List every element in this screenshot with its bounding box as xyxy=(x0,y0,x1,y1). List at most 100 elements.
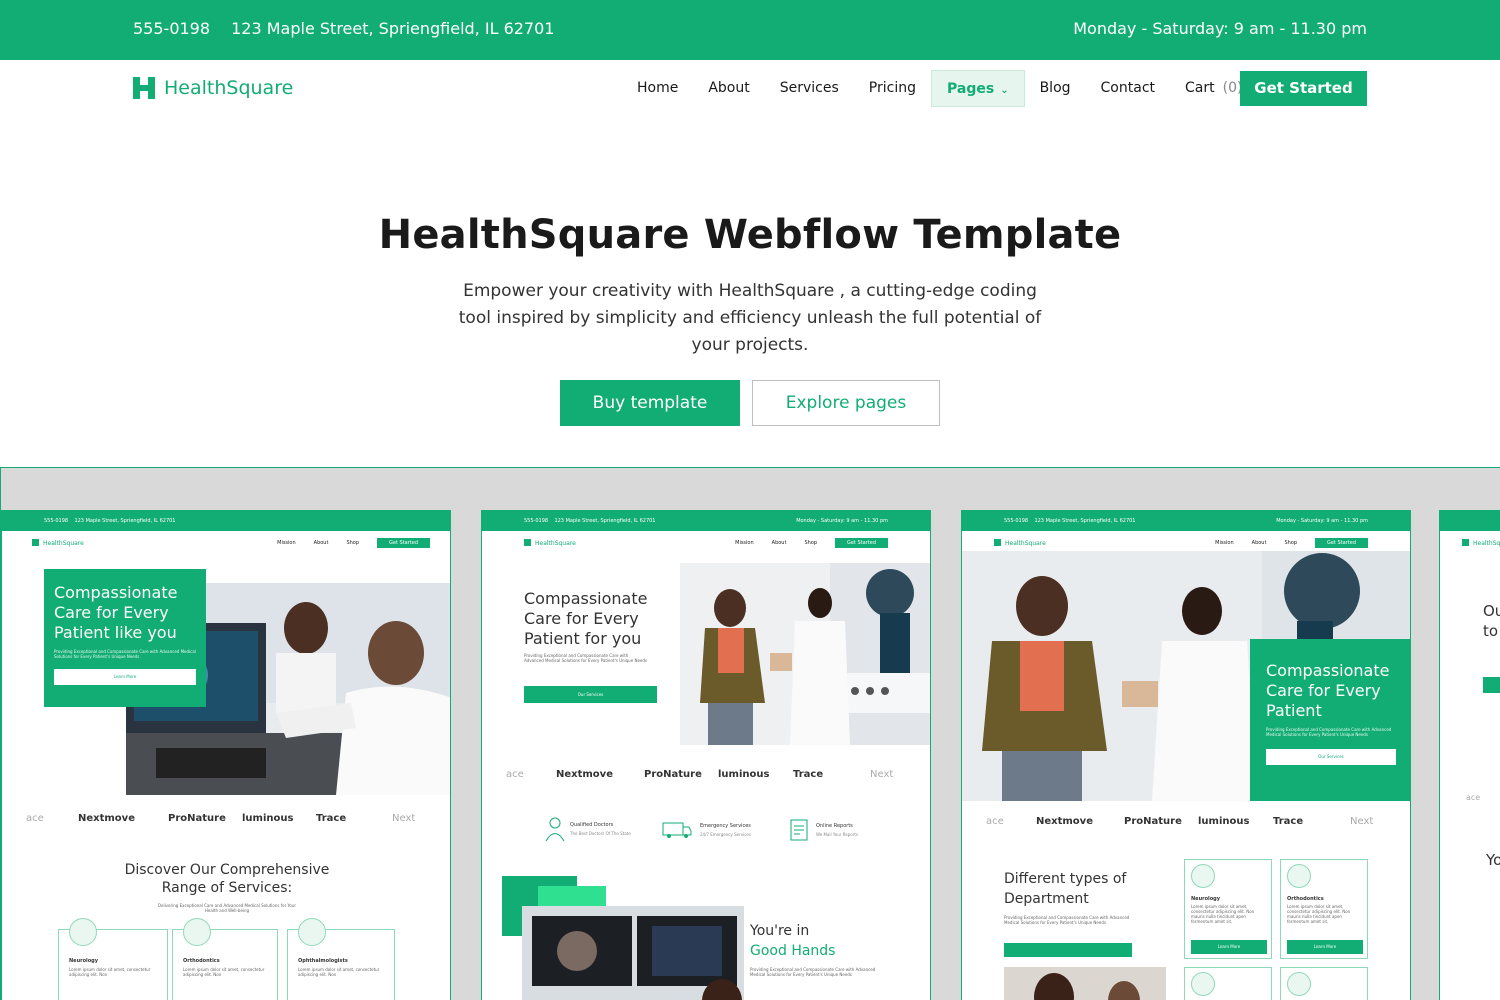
mini-link: Shop xyxy=(346,540,360,546)
mini-topbar: 555-0198 123 Maple Street, Spriengfield,… xyxy=(2,511,450,531)
tooth-icon xyxy=(183,918,211,946)
nav-home[interactable]: Home xyxy=(622,70,693,106)
mini-link: About xyxy=(313,540,329,546)
mini-brand: HealthSquare xyxy=(535,540,576,547)
mini-link: Shop xyxy=(1284,540,1298,546)
partial-title: Ou to xyxy=(1483,602,1500,640)
mini-link: Mission xyxy=(1215,540,1234,546)
service-name: Neurology xyxy=(1191,896,1221,902)
eye-icon xyxy=(298,918,326,946)
nav-blog[interactable]: Blog xyxy=(1025,70,1086,106)
get-started-button[interactable]: Get Started xyxy=(1240,71,1367,106)
nav-services[interactable]: Services xyxy=(765,70,854,106)
mini-brand: HealthSquare xyxy=(43,540,84,547)
mini-section-title: Discover Our Comprehensive Range of Serv… xyxy=(124,862,330,896)
service-name: Orthodontics xyxy=(183,958,220,964)
mini-section-subtitle: Providing Exceptional and Compassionate … xyxy=(1004,915,1130,925)
preview-card-home-3[interactable]: 555-0198 123 Maple Street, Spriengfield,… xyxy=(961,510,1411,1000)
hands-line-2: Good Hands xyxy=(750,943,836,959)
hero-description: Empower your creativity with HealthSquar… xyxy=(458,281,1042,355)
mini-link: Mission xyxy=(277,540,296,546)
mini-hands-subtitle: Providing Exceptional and Compassionate … xyxy=(750,967,876,977)
mini-logo: HealthSquare xyxy=(524,539,576,547)
feature-text: We Mail Your Reports xyxy=(816,832,859,837)
nav-pages-dropdown[interactable]: Pages ⌄ xyxy=(931,69,1025,107)
brand-logo[interactable]: HealthSquare xyxy=(133,77,293,99)
phone-number[interactable]: 555-0198 xyxy=(133,19,210,38)
feature-name: Online Reports xyxy=(816,823,853,829)
mini-service-card: Neurology Lorem ipsum dolor sit amet, co… xyxy=(58,918,168,1000)
contact-info: 555-0198 123 Maple Street, Spriengfield,… xyxy=(133,19,570,38)
feature-doctors: Qualified Doctors The Best Doctors Of Th… xyxy=(544,816,631,846)
partner-logo: Nextmove xyxy=(556,769,613,780)
partner-logo: luminous xyxy=(1198,816,1250,827)
service-learn-more: Learn More xyxy=(1191,940,1267,954)
mini-cta: Get Started xyxy=(377,538,430,548)
partner-logo: Next xyxy=(870,769,894,780)
mini-service-card: Ophthalmologists Lorem ipsum dolor sit a… xyxy=(287,918,395,1000)
mini-address: 123 Maple Street, Spriengfield, IL 62701 xyxy=(74,518,176,524)
partial-button xyxy=(1483,677,1500,693)
mini-hands-title: You're in Good Hands xyxy=(750,921,835,961)
preview-card-partial[interactable]: HealthSquare Ou to ace Yo xyxy=(1439,510,1500,1000)
mini-section-button xyxy=(1004,943,1132,957)
doctor-portrait-photo xyxy=(1004,967,1166,1000)
mini-links: Mission About Shop Get Started xyxy=(717,538,888,548)
mini-section-title: Different types of Department xyxy=(1004,871,1127,907)
mini-cta: Get Started xyxy=(1315,538,1368,548)
partner-logo: Trace xyxy=(316,813,347,824)
mini-topbar: 555-0198 123 Maple Street, Spriengfield,… xyxy=(482,511,930,531)
nav-pricing[interactable]: Pricing xyxy=(854,70,931,106)
mini-hero-subtitle: Providing Exceptional and Compassionate … xyxy=(1266,727,1392,737)
service-text: Lorem ipsum dolor sit amet, consectetur … xyxy=(183,967,265,977)
nav-menu: Home About Services Pricing Pages ⌄ Blog … xyxy=(622,69,1257,107)
partner-logo: ace xyxy=(506,769,524,780)
partner-logo: ProNature xyxy=(168,813,226,824)
monitors-photo xyxy=(522,906,744,1000)
mini-service-card xyxy=(1280,967,1368,1000)
mini-logo: HealthSquare xyxy=(994,539,1046,547)
ambulance-icon xyxy=(662,822,692,838)
template-preview-gallery[interactable]: 555-0198 123 Maple Street, Spriengfield,… xyxy=(0,467,1500,1000)
doctor-icon xyxy=(545,817,565,842)
mini-service-card: Orthodontics Lorem ipsum dolor sit amet,… xyxy=(1280,859,1368,959)
mini-address: 123 Maple Street, Spriengfield, IL 62701 xyxy=(1034,518,1136,524)
mini-link: About xyxy=(771,540,787,546)
mini-contact: 555-0198 123 Maple Street, Spriengfield,… xyxy=(44,518,175,524)
mini-links: Mission About Shop Get Started xyxy=(259,538,430,548)
mini-hero-box: Compassionate Care for Every Patient Pro… xyxy=(1250,639,1410,801)
explore-pages-button[interactable]: Explore pages xyxy=(752,380,940,426)
chevron-down-icon: ⌄ xyxy=(1000,84,1009,96)
healthsquare-logo-icon xyxy=(133,77,155,99)
mini-brand: HealthSquare xyxy=(1005,540,1046,547)
report-icon xyxy=(790,819,808,841)
cart-label: Cart xyxy=(1185,80,1215,96)
top-info-bar: 555-0198 123 Maple Street, Spriengfield,… xyxy=(0,0,1500,60)
mini-cta: Get Started xyxy=(835,538,888,548)
photo-illustration xyxy=(1004,967,1166,1000)
mini-topbar xyxy=(1440,511,1500,531)
mini-phone: 555-0198 xyxy=(524,518,549,524)
mini-hero-title: Compassionate Care for Every Patient xyxy=(1266,661,1390,720)
hero-title: HealthSquare Webflow Template xyxy=(378,212,1122,258)
mini-logo: HealthSquare xyxy=(32,539,84,547)
partner-logo: ProNature xyxy=(644,769,702,780)
feature-reports: Online Reports We Mail Your Reports xyxy=(790,819,858,845)
mini-hero-button: Learn More xyxy=(54,669,196,685)
brain-icon xyxy=(69,918,97,946)
mini-service-card xyxy=(1184,967,1272,1000)
partner-logo: ace xyxy=(1466,793,1481,802)
preview-card-home-2[interactable]: 555-0198 123 Maple Street, Spriengfield,… xyxy=(481,510,931,1000)
hands-line-1: You're in xyxy=(750,923,810,939)
partner-logo: Nextmove xyxy=(1036,816,1093,827)
service-name: Ophthalmologists xyxy=(298,958,348,964)
partner-logo: ProNature xyxy=(1124,816,1182,827)
mini-hours: Monday - Saturday: 9 am - 11.30 pm xyxy=(796,518,888,524)
preview-card-home-1[interactable]: 555-0198 123 Maple Street, Spriengfield,… xyxy=(1,510,451,1000)
nav-about[interactable]: About xyxy=(693,70,764,106)
buy-template-button[interactable]: Buy template xyxy=(560,380,740,426)
nav-contact[interactable]: Contact xyxy=(1086,70,1170,106)
mini-hero-subtitle: Providing Exceptional and Compassionate … xyxy=(54,649,196,659)
address: 123 Maple Street, Spriengfield, IL 62701 xyxy=(231,19,555,38)
mini-hero-button: Our Services xyxy=(524,686,657,703)
